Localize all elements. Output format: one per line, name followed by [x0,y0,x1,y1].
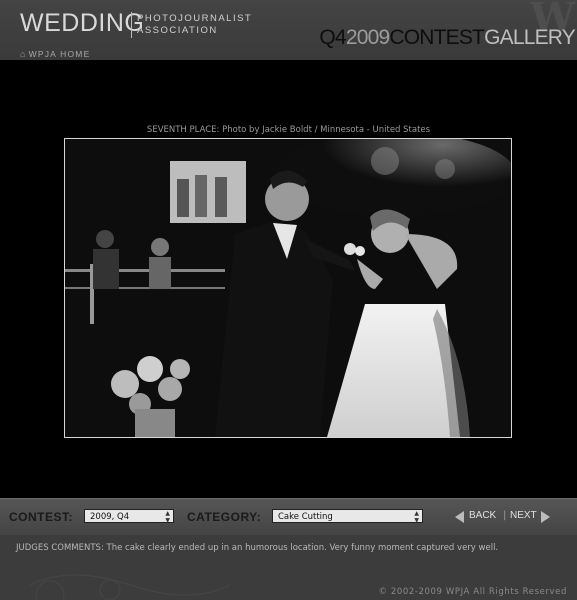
home-icon: ⌂ [20,49,27,59]
category-select[interactable]: Cake Cutting ▲ ▼ [272,509,423,524]
logo-subtitle: PHOTOJOURNALIST ASSOCIATION [137,13,252,37]
contest-select-value: 2009, Q4 [90,512,130,522]
photo-caption: SEVENTH PLACE: Photo by Jackie Boldt / M… [146,125,431,135]
site-header: W WEDDING PHOTOJOURNALIST ASSOCIATION ⌂ W… [0,0,577,60]
logo-subtitle-line2: ASSOCIATION [137,25,218,36]
background-ornament [30,574,230,600]
triangle-right-icon[interactable] [541,511,550,523]
contest-select[interactable]: 2009, Q4 ▲ ▼ [84,509,174,524]
select-arrows-icon: ▲ ▼ [414,510,419,524]
triangle-left-icon[interactable] [455,511,464,523]
next-button[interactable]: NEXT [510,510,537,521]
photo-illustration [65,139,511,437]
title-contest: CONTEST [389,26,485,49]
contest-photo [64,138,512,438]
contest-gallery-title: Q42009CONTESTGALLERY [319,26,575,50]
gallery-control-bar: CONTEST: 2009, Q4 ▲ ▼ CATEGORY: Cake Cutt… [0,498,577,535]
home-link-label: WPJA HOME [28,49,91,59]
title-quarter: Q4 [319,26,346,49]
select-arrows-icon: ▲ ▼ [165,510,170,524]
logo-subtitle-line1: PHOTOJOURNALIST [137,13,253,24]
logo-wedding-text[interactable]: WEDDING [20,9,144,38]
contest-label: CONTEST: [9,510,73,524]
category-select-value: Cake Cutting [278,512,333,522]
copyright-footer: © 2002-2009 WPJA All Rights Reserved [378,587,567,597]
nav-separator: | [503,510,507,521]
category-label: CATEGORY: [187,510,262,524]
comments-footer-area: JUDGES COMMENTS: The cake clearly ended … [0,535,577,600]
logo-divider [131,12,132,38]
wpja-home-link[interactable]: ⌂ WPJA HOME [20,49,90,59]
judges-comments: JUDGES COMMENTS: The cake clearly ended … [16,543,499,553]
title-year: 2009 [345,26,390,49]
back-button[interactable]: BACK [469,510,496,521]
title-gallery: GALLERY [484,26,576,49]
